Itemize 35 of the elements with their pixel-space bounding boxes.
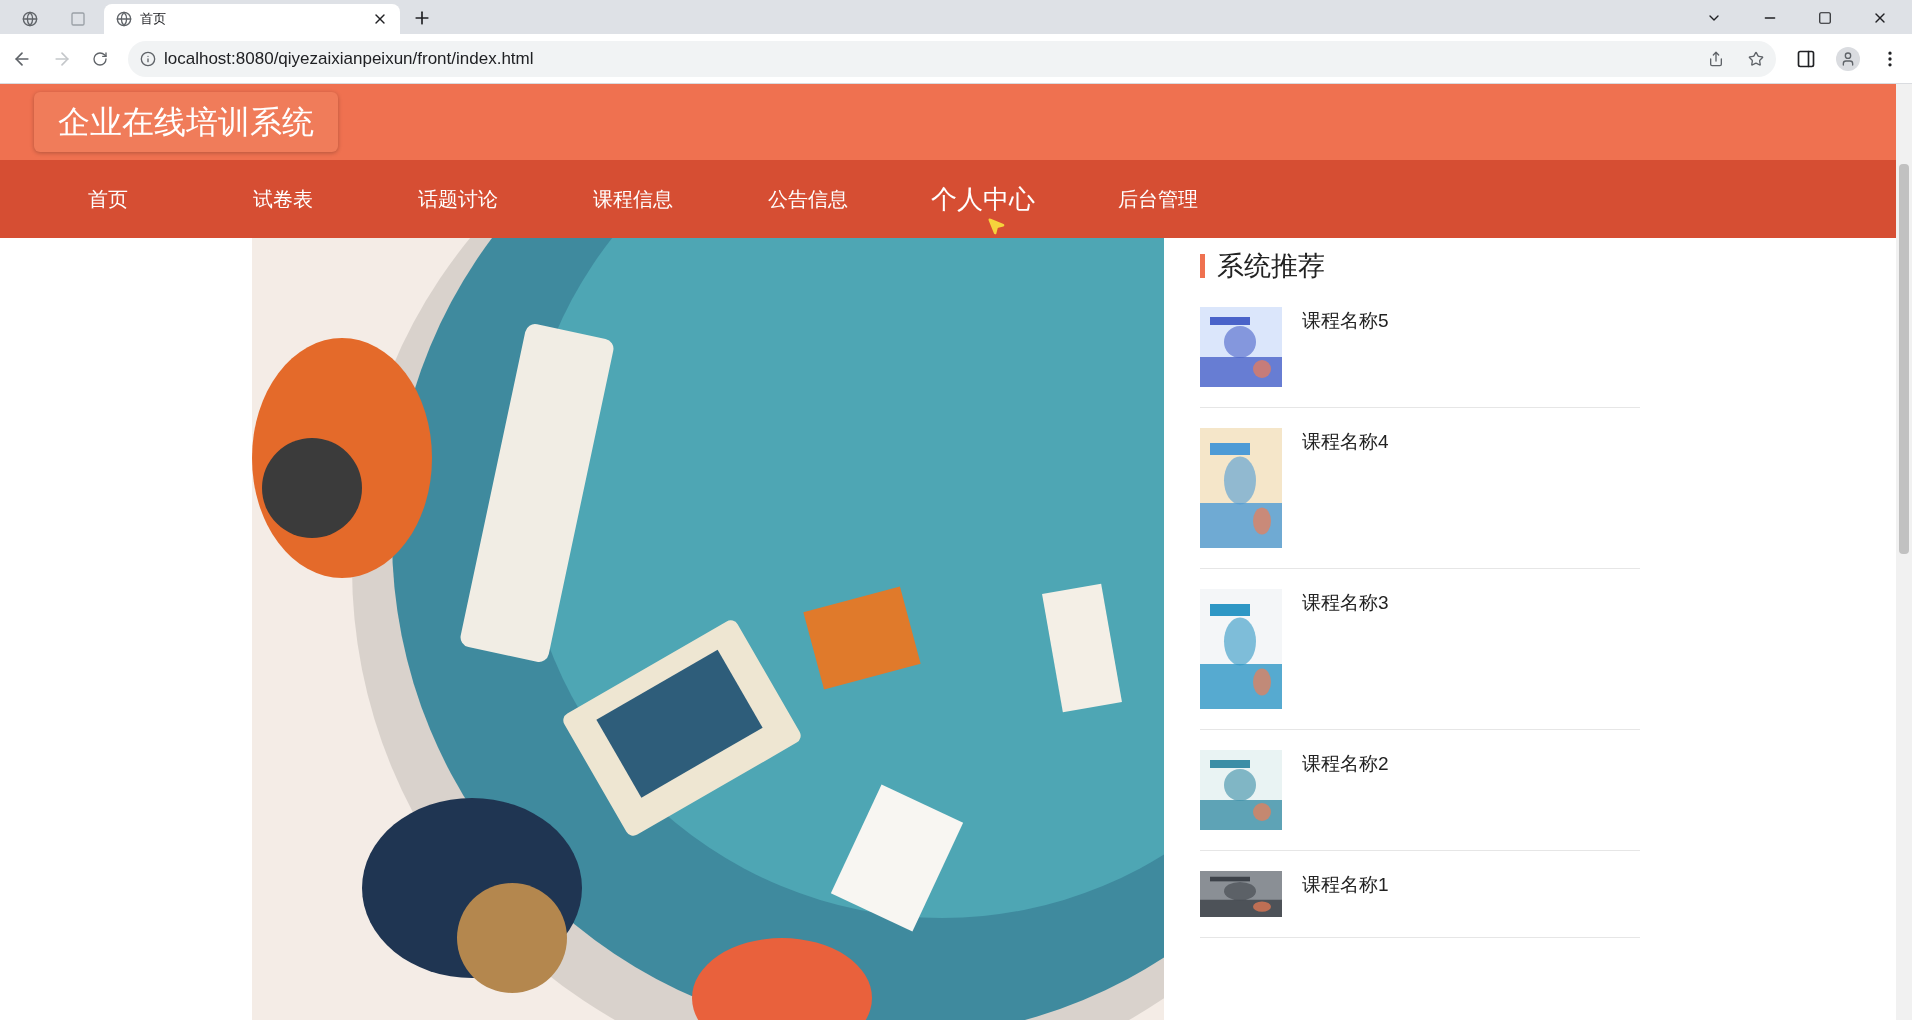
reload-icon[interactable] [92, 50, 108, 67]
nav-link[interactable]: 首页 [20, 184, 195, 214]
nav-link[interactable]: 课程信息 [545, 184, 720, 214]
section-heading: 系统推荐 [1217, 250, 1325, 283]
course-name: 课程名称3 [1302, 590, 1389, 615]
course-name: 课程名称5 [1302, 308, 1389, 333]
scrollbar[interactable] [1896, 84, 1912, 1020]
nav-link[interactable]: 试卷表 [195, 184, 370, 214]
course-card[interactable]: 课程名称1 [1200, 850, 1640, 938]
nav-link[interactable]: 后台管理 [1070, 184, 1245, 214]
globe-icon [22, 11, 38, 27]
course-card[interactable]: 课程名称2 [1200, 729, 1640, 851]
nav-link[interactable]: 公告信息 [720, 184, 895, 214]
browser-tab[interactable]: 首页 [104, 4, 400, 34]
nav-link[interactable]: 个人中心 [895, 179, 1070, 219]
tab-title: 首页 [140, 10, 167, 29]
bookmark-star-icon[interactable] [1748, 50, 1764, 67]
course-card[interactable]: 课程名称5 [1200, 286, 1640, 408]
page-icon [70, 11, 86, 27]
share-icon[interactable] [1708, 50, 1724, 67]
side-panel-icon[interactable] [1796, 48, 1816, 69]
course-name: 课程名称4 [1302, 429, 1389, 454]
course-card[interactable]: 课程名称4 [1200, 407, 1640, 569]
course-name: 课程名称1 [1302, 872, 1389, 897]
restore-icon[interactable] [1818, 11, 1832, 25]
accent-bar [1200, 254, 1205, 279]
course-name: 课程名称2 [1302, 751, 1389, 776]
globe-icon [116, 11, 132, 27]
cursor-icon [986, 216, 1006, 236]
info-icon[interactable] [140, 50, 156, 67]
address-field[interactable]: localhost:8080/qiyezaixianpeixun/front/index.html [128, 40, 1776, 77]
course-card[interactable]: 课程名称3 [1200, 568, 1640, 730]
nav-link[interactable]: 话题讨论 [370, 184, 545, 214]
profile-avatar[interactable] [1836, 46, 1860, 71]
site-title: 企业在线培训系统 [34, 92, 338, 152]
